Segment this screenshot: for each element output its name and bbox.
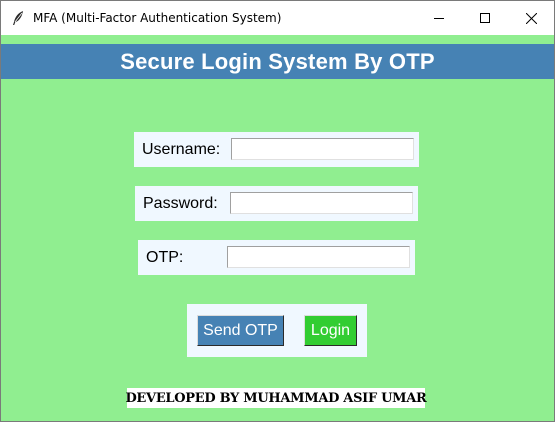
actions-panel: Send OTP Login: [187, 304, 367, 357]
minimize-icon: [434, 13, 444, 23]
password-input[interactable]: [230, 192, 413, 214]
username-label: Username:: [142, 141, 221, 158]
otp-label: OTP:: [146, 249, 184, 266]
page-title: Secure Login System By OTP: [120, 48, 435, 74]
footer: DEVELOPED BY MUHAMMAD ASIF UMAR: [125, 388, 427, 408]
developer-credit: DEVELOPED BY MUHAMMAD ASIF UMAR: [125, 390, 427, 406]
close-button[interactable]: [508, 1, 554, 35]
username-row: Username:: [134, 132, 419, 167]
login-button[interactable]: Login: [304, 315, 357, 346]
title-bar[interactable]: MFA (Multi-Factor Authentication System): [1, 1, 554, 35]
header-banner: Secure Login System By OTP: [1, 44, 554, 79]
app-window: MFA (Multi-Factor Authentication System)…: [0, 0, 555, 422]
otp-row: OTP:: [138, 240, 415, 275]
close-icon: [525, 12, 537, 24]
maximize-button[interactable]: [462, 1, 508, 35]
send-otp-button[interactable]: Send OTP: [197, 315, 284, 346]
username-input[interactable]: [231, 138, 414, 160]
password-label: Password:: [143, 195, 218, 212]
feather-icon: [11, 10, 25, 26]
window-title: MFA (Multi-Factor Authentication System): [33, 11, 282, 25]
otp-input[interactable]: [227, 246, 410, 268]
minimize-button[interactable]: [416, 1, 462, 35]
password-row: Password:: [135, 186, 418, 221]
maximize-icon: [480, 13, 490, 23]
